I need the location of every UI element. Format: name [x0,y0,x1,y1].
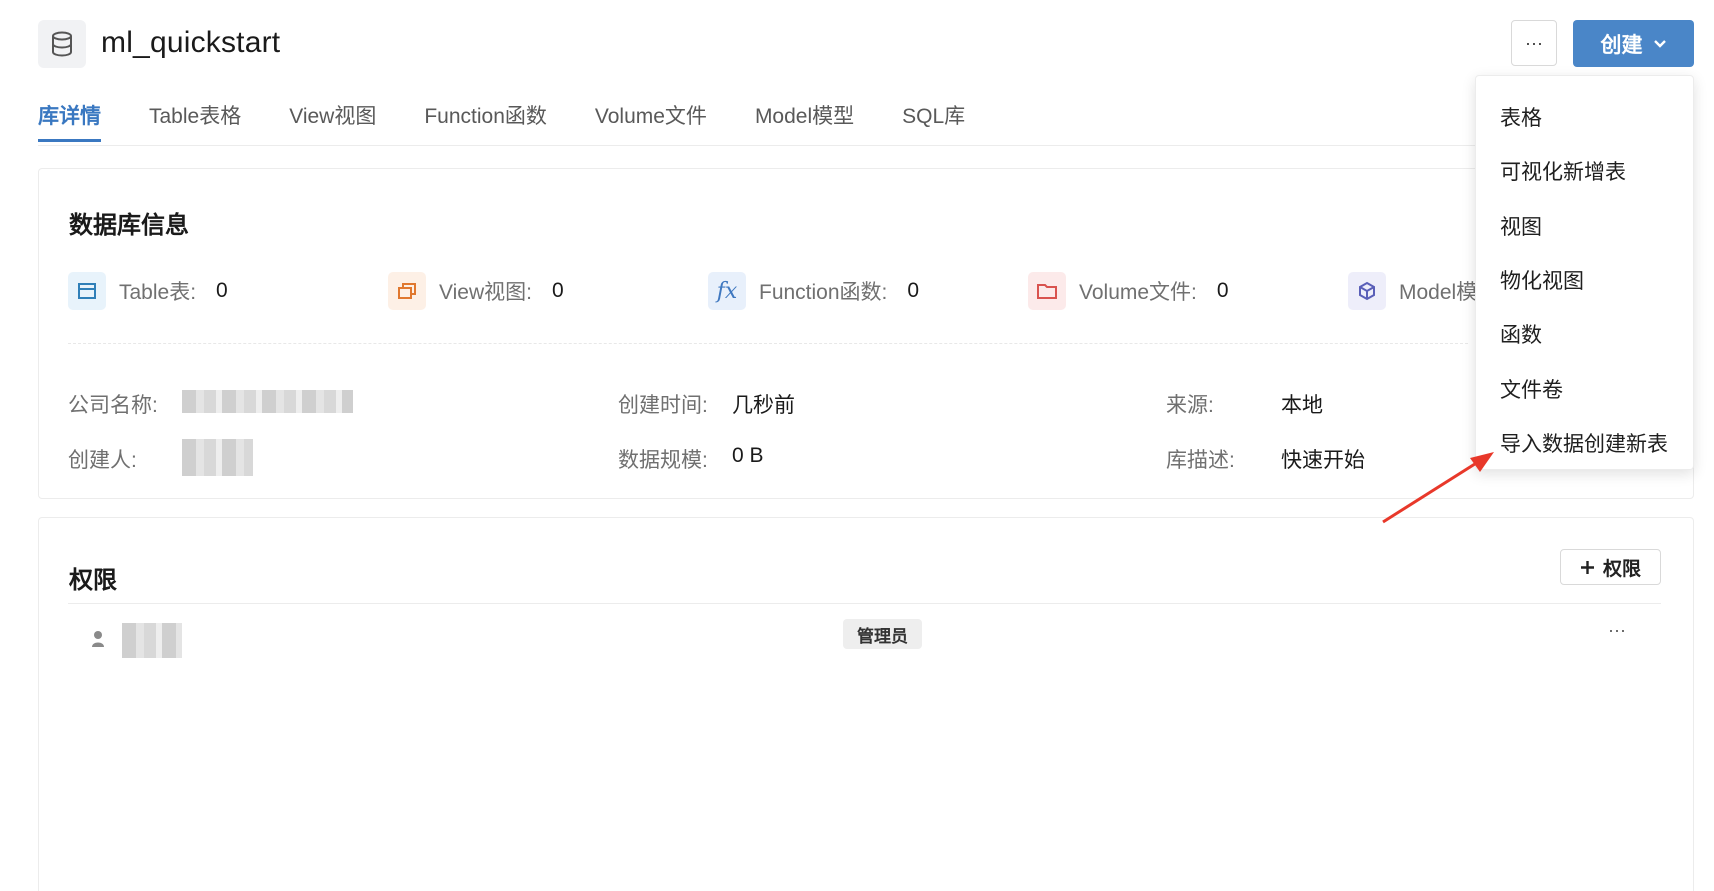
menu-item-view[interactable]: 视图 [1476,199,1693,253]
folder-icon [1028,272,1066,310]
info-divider [68,343,1468,344]
source-label: 来源: [1166,394,1214,417]
add-permission-label: 权限 [1602,558,1641,580]
database-title: ml_quickstart [101,26,281,59]
stat-views-value: 0 [551,279,564,302]
menu-item-visual-new-table[interactable]: 可视化新增表 [1476,144,1693,198]
description-label: 库描述: [1166,449,1235,472]
tab-models[interactable]: Model模型 [755,100,854,142]
function-icon: fx [708,272,746,310]
menu-item-import-data-new-table[interactable]: 导入数据创建新表 [1476,416,1693,470]
stat-tables-value: 0 [216,279,228,302]
stat-functions-value: 0 [907,279,920,302]
created-time-value: 几秒前 [732,394,795,417]
company-label: 公司名称: [68,394,158,417]
chevron-down-icon [1653,39,1666,48]
stat-models: Model模 [1348,272,1477,310]
tab-functions[interactable]: Function函数 [424,100,547,142]
permissions-title: 权限 [69,567,117,594]
table-icon [68,272,106,310]
menu-item-table[interactable]: 表格 [1476,90,1693,144]
cube-icon [1348,272,1386,310]
tab-views[interactable]: View视图 [289,100,376,142]
menu-item-materialized-view[interactable]: 物化视图 [1476,253,1693,307]
company-value-redacted [182,390,353,413]
create-dropdown-menu: 表格 可视化新增表 视图 物化视图 函数 文件卷 导入数据创建新表 [1475,75,1694,470]
permissions-divider [68,603,1661,604]
create-button-label: 创建 [1600,33,1643,57]
stat-views: View视图: 0 [388,272,564,310]
data-size-value: 0 B [732,444,764,467]
permissions-card: 权限 [38,517,1694,891]
user-name-redacted [122,623,182,658]
stat-functions: fx Function函数: 0 [708,272,919,310]
database-info-title: 数据库信息 [69,212,189,239]
description-value: 快速开始 [1281,449,1365,472]
stat-tables: Table表: 0 [68,272,228,310]
row-more-button[interactable]: ··· [1608,620,1626,641]
tab-database-details[interactable]: 库详情 [38,100,101,142]
menu-item-volume[interactable]: 文件卷 [1476,361,1693,415]
plus-icon [1580,560,1594,574]
stat-models-label: Model模 [1399,281,1478,304]
source-value: 本地 [1281,394,1323,417]
tabs-divider [38,145,1538,146]
tab-tables[interactable]: Table表格 [149,100,241,142]
data-size-label: 数据规模: [618,449,708,472]
stat-volumes-label: Volume文件: [1079,281,1197,304]
creator-value-redacted [182,439,253,476]
creator-label: 创建人: [68,449,137,472]
tab-volumes[interactable]: Volume文件 [595,100,707,142]
create-button[interactable]: 创建 [1573,20,1694,67]
tab-bar: 库详情 Table表格 View视图 Function函数 Volume文件 M… [38,100,1013,142]
database-icon [38,20,86,68]
add-permission-button[interactable]: 权限 [1560,549,1661,585]
stat-volumes-value: 0 [1216,279,1229,302]
more-actions-button[interactable]: ··· [1511,20,1557,66]
stat-tables-label: Table表: [119,281,197,304]
stat-views-label: View视图: [439,281,532,304]
menu-item-function[interactable]: 函数 [1476,307,1693,361]
database-info-card: 数据库信息 [38,168,1694,499]
tab-sql[interactable]: SQL库 [902,100,965,142]
stat-volumes: Volume文件: 0 [1028,272,1229,310]
user-icon [92,631,104,647]
stat-functions-label: Function函数: [759,281,888,304]
view-icon [388,272,426,310]
more-icon: ··· [1525,32,1543,53]
created-time-label: 创建时间: [618,394,708,417]
role-badge: 管理员 [843,619,922,649]
